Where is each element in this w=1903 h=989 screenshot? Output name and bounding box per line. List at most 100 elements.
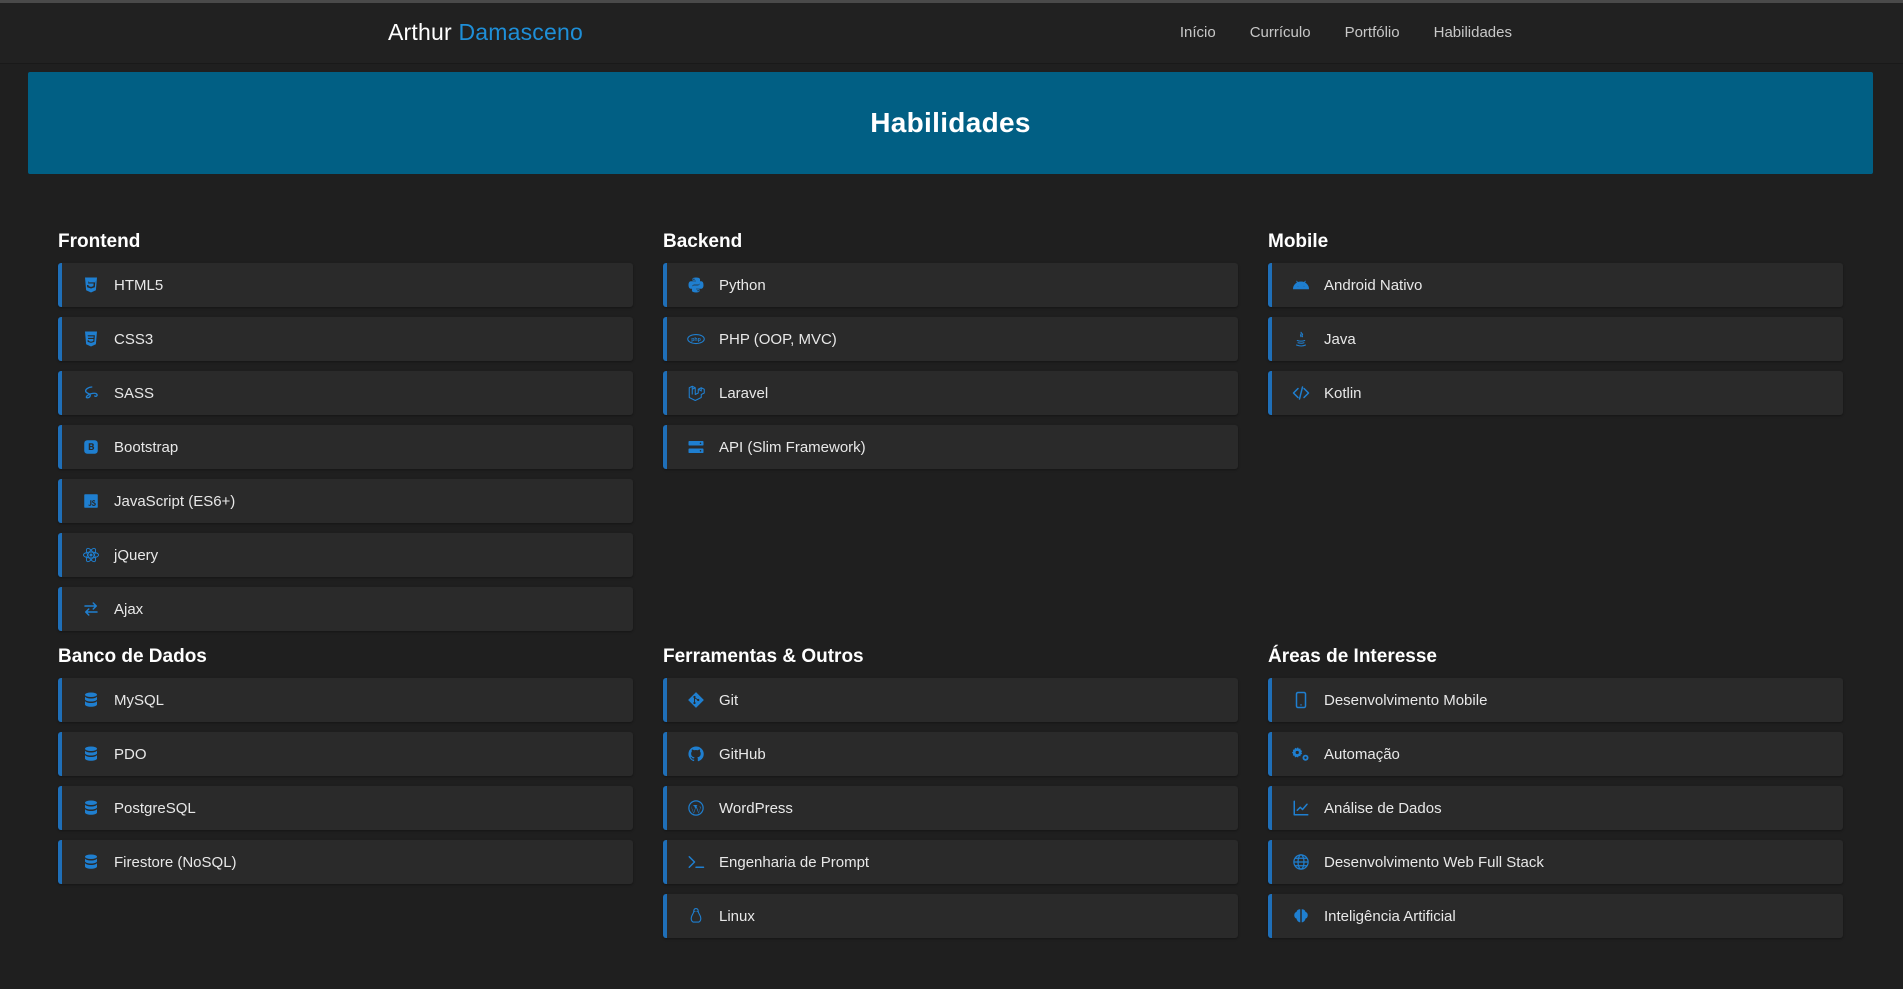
skill-label: SASS <box>114 384 155 402</box>
skill-label: MySQL <box>114 691 165 709</box>
git-icon <box>685 689 707 711</box>
skill-item: API (Slim Framework) <box>663 425 1238 469</box>
skill-label: Git <box>719 691 739 709</box>
html5-icon <box>80 274 102 296</box>
skill-item: Inteligência Artificial <box>1268 894 1843 938</box>
skill-label: GitHub <box>719 745 766 763</box>
skill-item: GitHub <box>663 732 1238 776</box>
skill-item: Análise de Dados <box>1268 786 1843 830</box>
skill-label: jQuery <box>114 546 159 564</box>
react-icon <box>80 544 102 566</box>
skill-item: Python <box>663 263 1238 307</box>
skill-item: Automação <box>1268 732 1843 776</box>
skill-item: WordPress <box>663 786 1238 830</box>
database-icon <box>80 743 102 765</box>
skill-label: Inteligência Artificial <box>1324 907 1456 925</box>
skill-label: WordPress <box>719 799 793 817</box>
laravel-icon <box>685 382 707 404</box>
skill-label: PHP (OOP, MVC) <box>719 330 837 348</box>
brand-last-name: Damasceno <box>458 19 583 45</box>
skill-item: Git <box>663 678 1238 722</box>
nav-link-inicio[interactable]: Início <box>1180 24 1216 41</box>
skill-item: Desenvolvimento Web Full Stack <box>1268 840 1843 884</box>
nav-link-portfolio[interactable]: Portfólio <box>1345 24 1400 41</box>
section-areas-de-interesse: Áreas de Interesse Desenvolvimento Mobil… <box>1268 645 1843 938</box>
skill-label: Desenvolvimento Mobile <box>1324 691 1488 709</box>
section-title: Mobile <box>1268 231 1329 252</box>
skill-label: Automação <box>1324 745 1400 763</box>
section-title: Backend <box>663 231 743 252</box>
section-backend: Backend Python php PHP (OOP, MVC) Laravel AP… <box>663 230 1238 469</box>
skill-list: Python php PHP (OOP, MVC) Laravel API (Slim … <box>663 263 1238 479</box>
skill-label: Ajax <box>114 600 144 618</box>
skill-item: Android Nativo <box>1268 263 1843 307</box>
skill-item: MySQL <box>58 678 633 722</box>
skill-list: Android Nativo Java Kotlin <box>1268 263 1843 425</box>
code-icon <box>1290 382 1312 404</box>
globe-icon <box>1290 851 1312 873</box>
skill-label: Análise de Dados <box>1324 799 1442 817</box>
section-title: Frontend <box>58 231 141 252</box>
skill-item: Engenharia de Prompt <box>663 840 1238 884</box>
linux-icon <box>685 905 707 927</box>
skill-item: PDO <box>58 732 633 776</box>
section-banco-de-dados: Banco de Dados MySQL PDO PostgreSQL Firesto… <box>58 645 633 884</box>
skill-label: Python <box>719 276 766 294</box>
css3-icon <box>80 328 102 350</box>
skill-item: PostgreSQL <box>58 786 633 830</box>
brand-logo[interactable]: Arthur Damasceno <box>388 19 583 46</box>
page-title: Habilidades <box>870 107 1031 138</box>
skill-item: Linux <box>663 894 1238 938</box>
skill-label: PostgreSQL <box>114 799 196 817</box>
mobile-icon <box>1290 689 1312 711</box>
wordpress-icon <box>685 797 707 819</box>
skill-label: Desenvolvimento Web Full Stack <box>1324 853 1544 871</box>
skill-label: Engenharia de Prompt <box>719 853 870 871</box>
terminal-icon <box>685 851 707 873</box>
skill-label: Laravel <box>719 384 769 402</box>
skill-item: Kotlin <box>1268 371 1843 415</box>
skill-list: Git GitHub WordPress Engenharia de Prompt Li… <box>663 678 1238 948</box>
skill-list: MySQL PDO PostgreSQL Firestore (NoSQL) <box>58 678 633 894</box>
skill-item: jQuery <box>58 533 633 577</box>
skill-item: Java <box>1268 317 1843 361</box>
nav-link-curriculo[interactable]: Currículo <box>1250 24 1311 41</box>
svg-text:php: php <box>691 337 701 343</box>
skill-item: SASS <box>58 371 633 415</box>
section-title: Banco de Dados <box>58 646 207 667</box>
github-icon <box>685 743 707 765</box>
database-icon <box>80 851 102 873</box>
skill-label: Firestore (NoSQL) <box>114 853 237 871</box>
database-icon <box>80 797 102 819</box>
skill-label: PDO <box>114 745 147 763</box>
section-frontend: Frontend HTML5 CSS3 SASS Bootstrap JavaScrip… <box>58 230 633 631</box>
navbar: Arthur Damasceno Início Currículo Portfó… <box>0 3 1903 64</box>
skill-label: JavaScript (ES6+) <box>114 492 236 510</box>
python-icon <box>685 274 707 296</box>
database-icon <box>80 689 102 711</box>
exchange-icon <box>80 598 102 620</box>
skill-item: Ajax <box>58 587 633 631</box>
section-title: Ferramentas & Outros <box>663 646 864 667</box>
skill-item: Bootstrap <box>58 425 633 469</box>
page-banner: Habilidades <box>28 72 1873 174</box>
php-icon: php <box>685 328 707 350</box>
skill-label: Bootstrap <box>114 438 179 456</box>
section-ferramentas: Ferramentas & Outros Git GitHub WordPress E… <box>663 645 1238 938</box>
skill-item: JavaScript (ES6+) <box>58 479 633 523</box>
chart-line-icon <box>1290 797 1312 819</box>
bootstrap-icon <box>80 436 102 458</box>
skill-item: Laravel <box>663 371 1238 415</box>
skill-label: CSS3 <box>114 330 154 348</box>
skill-label: Java <box>1324 330 1356 348</box>
skill-item: CSS3 <box>58 317 633 361</box>
nav-links: Início Currículo Portfólio Habilidades <box>1180 24 1512 41</box>
nav-link-habilidades[interactable]: Habilidades <box>1434 24 1512 41</box>
sass-icon <box>80 382 102 404</box>
javascript-icon <box>80 490 102 512</box>
server-icon <box>685 436 707 458</box>
brand-first-name: Arthur <box>388 19 452 45</box>
section-title: Áreas de Interesse <box>1268 646 1437 667</box>
skill-label: API (Slim Framework) <box>719 438 866 456</box>
java-icon <box>1290 328 1312 350</box>
